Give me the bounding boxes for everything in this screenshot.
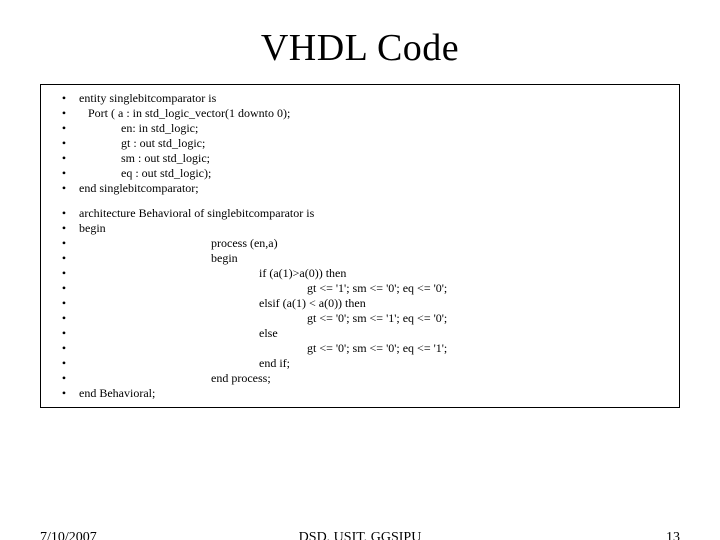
footer: 7/10/2007 DSD, USIT, GGSIPU 13 [40,530,680,540]
code-box: •entity singlebitcomparator is• Port ( a… [40,84,680,408]
code-text: begin [79,251,238,266]
bullet-icon: • [49,121,79,136]
block-gap [49,196,671,206]
code-line: • end process; [49,371,671,386]
code-line: • begin [49,251,671,266]
bullet-icon: • [49,251,79,266]
code-block-entity: •entity singlebitcomparator is• Port ( a… [49,91,671,196]
code-line: •begin [49,221,671,236]
code-line: • if (a(1)>a(0)) then [49,266,671,281]
code-line: • elsif (a(1) < a(0)) then [49,296,671,311]
bullet-icon: • [49,91,79,106]
code-text: architecture Behavioral of singlebitcomp… [79,206,314,221]
bullet-icon: • [49,356,79,371]
code-text: eq : out std_logic); [79,166,211,181]
bullet-icon: • [49,136,79,151]
code-line: • en: in std_logic; [49,121,671,136]
code-line: •architecture Behavioral of singlebitcom… [49,206,671,221]
code-text: sm : out std_logic; [79,151,210,166]
bullet-icon: • [49,296,79,311]
code-text: else [79,326,278,341]
code-text: Port ( a : in std_logic_vector(1 downto … [79,106,290,121]
code-text: gt <= '0'; sm <= '1'; eq <= '0'; [79,311,447,326]
bullet-icon: • [49,386,79,401]
code-text: end if; [79,356,290,371]
code-text: end process; [79,371,271,386]
code-text: entity singlebitcomparator is [79,91,216,106]
bullet-icon: • [49,151,79,166]
bullet-icon: • [49,106,79,121]
code-text: en: in std_logic; [79,121,198,136]
bullet-icon: • [49,166,79,181]
bullet-icon: • [49,221,79,236]
bullet-icon: • [49,371,79,386]
code-line: • gt <= '0'; sm <= '0'; eq <= '1'; [49,341,671,356]
code-text: begin [79,221,106,236]
code-text: gt <= '1'; sm <= '0'; eq <= '0'; [79,281,447,296]
code-text: process (en,a) [79,236,278,251]
code-line: • else [49,326,671,341]
code-line: • process (en,a) [49,236,671,251]
code-line: • sm : out std_logic; [49,151,671,166]
footer-center: DSD, USIT, GGSIPU [40,530,680,540]
code-text: end Behavioral; [79,386,155,401]
code-line: • end if; [49,356,671,371]
bullet-icon: • [49,341,79,356]
code-line: • gt <= '0'; sm <= '1'; eq <= '0'; [49,311,671,326]
code-line: •entity singlebitcomparator is [49,91,671,106]
bullet-icon: • [49,206,79,221]
bullet-icon: • [49,311,79,326]
slide-title: VHDL Code [0,26,720,70]
code-line: •end Behavioral; [49,386,671,401]
footer-page: 13 [666,530,680,540]
bullet-icon: • [49,181,79,196]
code-text: end singlebitcomparator; [79,181,199,196]
code-block-architecture: •architecture Behavioral of singlebitcom… [49,206,671,401]
bullet-icon: • [49,281,79,296]
footer-date: 7/10/2007 [40,530,97,540]
code-line: • gt <= '1'; sm <= '0'; eq <= '0'; [49,281,671,296]
bullet-icon: • [49,326,79,341]
code-text: elsif (a(1) < a(0)) then [79,296,366,311]
bullet-icon: • [49,236,79,251]
code-text: if (a(1)>a(0)) then [79,266,346,281]
code-text: gt <= '0'; sm <= '0'; eq <= '1'; [79,341,447,356]
code-text: gt : out std_logic; [79,136,205,151]
code-line: • gt : out std_logic; [49,136,671,151]
slide: VHDL Code •entity singlebitcomparator is… [0,26,720,540]
code-line: • Port ( a : in std_logic_vector(1 downt… [49,106,671,121]
bullet-icon: • [49,266,79,281]
code-line: • eq : out std_logic); [49,166,671,181]
code-line: •end singlebitcomparator; [49,181,671,196]
